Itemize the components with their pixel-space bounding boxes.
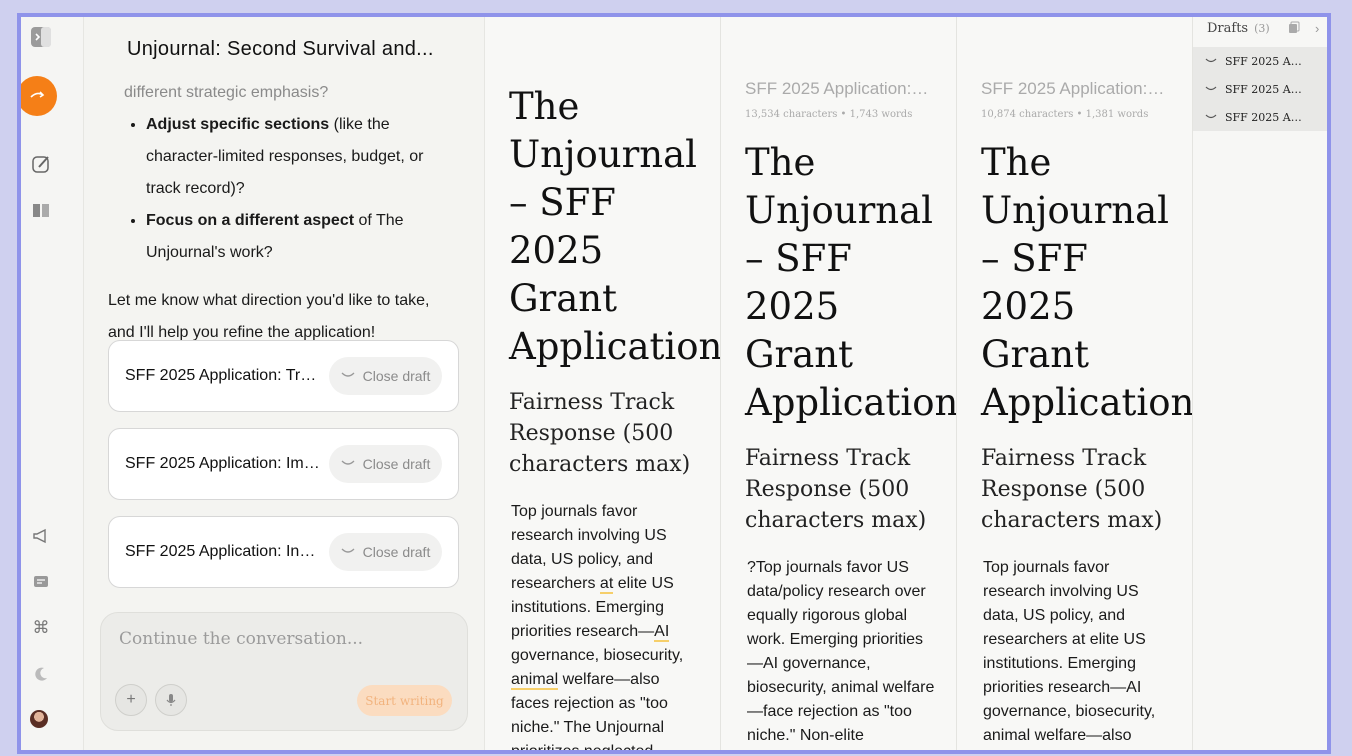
bullet-list: Adjust specific sections (like the chara…	[108, 109, 458, 269]
spell-underline[interactable]: animal	[511, 671, 559, 690]
draft-card-title: SFF 2025 Application: Tra...	[125, 367, 321, 384]
chat-title: Unjournal: Second Survival and...	[127, 38, 434, 60]
closed-eye-icon	[341, 372, 355, 377]
close-draft-label: Close draft	[362, 368, 431, 384]
drafts-header: Drafts (3)	[1207, 21, 1270, 36]
library-book-icon[interactable]	[30, 199, 52, 221]
command-icon[interactable]: ⌘	[30, 617, 52, 639]
doc-heading: The Unjournal – SFF 2025 Grant Applicati…	[509, 85, 721, 368]
draft-card[interactable]: SFF 2025 Application: Imp... Close draft	[108, 428, 459, 500]
doc-body: Top journals favor research involving US…	[511, 500, 701, 750]
bullet-bold: Focus on a different aspect	[146, 212, 355, 229]
copy-icon[interactable]	[1288, 21, 1300, 37]
closed-eye-icon	[341, 460, 355, 465]
new-chat-button[interactable]	[21, 76, 57, 116]
draft-item-title: SFF 2025 App...	[1225, 54, 1305, 68]
composer-input[interactable]: Continue the conversation...	[119, 629, 363, 649]
drafts-panel: Drafts (3) › SFF 2025 App... SFF 2025 App…	[1193, 17, 1331, 750]
close-draft-button[interactable]: Close draft	[329, 445, 442, 483]
drafts-count: (3)	[1254, 22, 1270, 35]
spell-underline[interactable]: AI	[654, 623, 670, 642]
close-draft-button[interactable]: Close draft	[329, 533, 442, 571]
start-writing-button[interactable]: Start writing	[357, 685, 452, 716]
drafts-list: SFF 2025 App... SFF 2025 App... SFF 2025…	[1193, 47, 1331, 131]
draft-list-item[interactable]: SFF 2025 App...	[1193, 103, 1331, 131]
add-attachment-button[interactable]: +	[115, 684, 147, 716]
close-draft-label: Close draft	[362, 544, 431, 560]
closed-eye-icon	[341, 548, 355, 553]
doc-heading: The Unjournal – SFF 2025 Grant Applicati…	[745, 141, 957, 424]
doc-heading: The Unjournal – SFF 2025 Grant Applicati…	[981, 141, 1193, 424]
chat-message: different strategic emphasis? Adjust spe…	[108, 77, 458, 349]
doc-subheading: Fairness Track Response (500 characters …	[745, 446, 927, 533]
status-dot	[1328, 59, 1331, 64]
document-column[interactable]: SFF 2025 Application: I... 10,874 charac…	[957, 17, 1193, 750]
draft-list-item[interactable]: SFF 2025 App...	[1193, 47, 1331, 75]
doc-meta-title: SFF 2025 Application: I...	[745, 79, 931, 98]
close-draft-button[interactable]: Close draft	[329, 357, 442, 395]
doc-body-text: governance, biosecurity,	[511, 647, 684, 664]
draft-card-title: SFF 2025 Application: Inn...	[125, 543, 321, 560]
closed-eye-icon	[1205, 114, 1217, 119]
status-dot	[1328, 87, 1331, 92]
closed-eye-icon	[1205, 58, 1217, 63]
status-dot	[1328, 115, 1331, 120]
spell-underline[interactable]: at	[599, 575, 614, 594]
message-composer[interactable]: Continue the conversation... + Start wri…	[100, 612, 468, 731]
icon-rail: ⌘	[21, 17, 83, 750]
toggle-sidebar-icon[interactable]	[30, 26, 52, 48]
drafts-label: Drafts	[1207, 21, 1249, 36]
draft-item-title: SFF 2025 App...	[1225, 110, 1305, 124]
doc-meta-title: SFF 2025 Application: I...	[981, 79, 1167, 98]
draft-card-title: SFF 2025 Application: Imp...	[125, 455, 321, 472]
close-draft-label: Close draft	[362, 456, 431, 472]
doc-subheading: Fairness Track Response (500 characters …	[509, 390, 691, 477]
chevron-right-icon[interactable]: ›	[1315, 21, 1319, 36]
plus-icon: +	[126, 691, 136, 708]
dark-mode-moon-icon[interactable]	[30, 663, 52, 685]
doc-body: ?Top journals favor US data/policy resea…	[747, 559, 935, 744]
draft-item-title: SFF 2025 App...	[1225, 82, 1305, 96]
draft-card[interactable]: SFF 2025 Application: Tra... Close draft	[108, 340, 459, 412]
feedback-chat-icon[interactable]	[30, 571, 52, 593]
draft-list-item[interactable]: SFF 2025 App...	[1193, 75, 1331, 103]
user-avatar[interactable]	[30, 710, 48, 728]
voice-input-button[interactable]	[155, 684, 187, 716]
doc-body: Top journals favor research involving US…	[983, 559, 1156, 744]
microphone-icon	[166, 694, 176, 706]
faded-line: different strategic emphasis?	[124, 84, 329, 101]
draft-card[interactable]: SFF 2025 Application: Inn... Close draft	[108, 516, 459, 588]
doc-word-count: 10,874 characters • 1,381 words	[981, 109, 1149, 120]
app-window: ⌘ Unjournal: Second Survival and... diff…	[17, 13, 1331, 754]
document-column[interactable]: SFF 2025 Application: I... 13,534 charac…	[721, 17, 957, 750]
megaphone-icon[interactable]	[30, 525, 52, 547]
doc-word-count: 13,534 characters • 1,743 words	[745, 109, 913, 120]
doc-subheading: Fairness Track Response (500 characters …	[981, 446, 1163, 533]
chat-panel: Unjournal: Second Survival and... differ…	[83, 17, 485, 750]
closed-eye-icon	[1205, 86, 1217, 91]
edit-icon[interactable]	[30, 153, 52, 175]
bullet-item: Adjust specific sections (like the chara…	[146, 109, 458, 205]
bullet-bold: Adjust specific sections	[146, 116, 330, 133]
document-column[interactable]: The Unjournal – SFF 2025 Grant Applicati…	[485, 17, 721, 750]
bullet-item: Focus on a different aspect of The Unjou…	[146, 205, 458, 269]
